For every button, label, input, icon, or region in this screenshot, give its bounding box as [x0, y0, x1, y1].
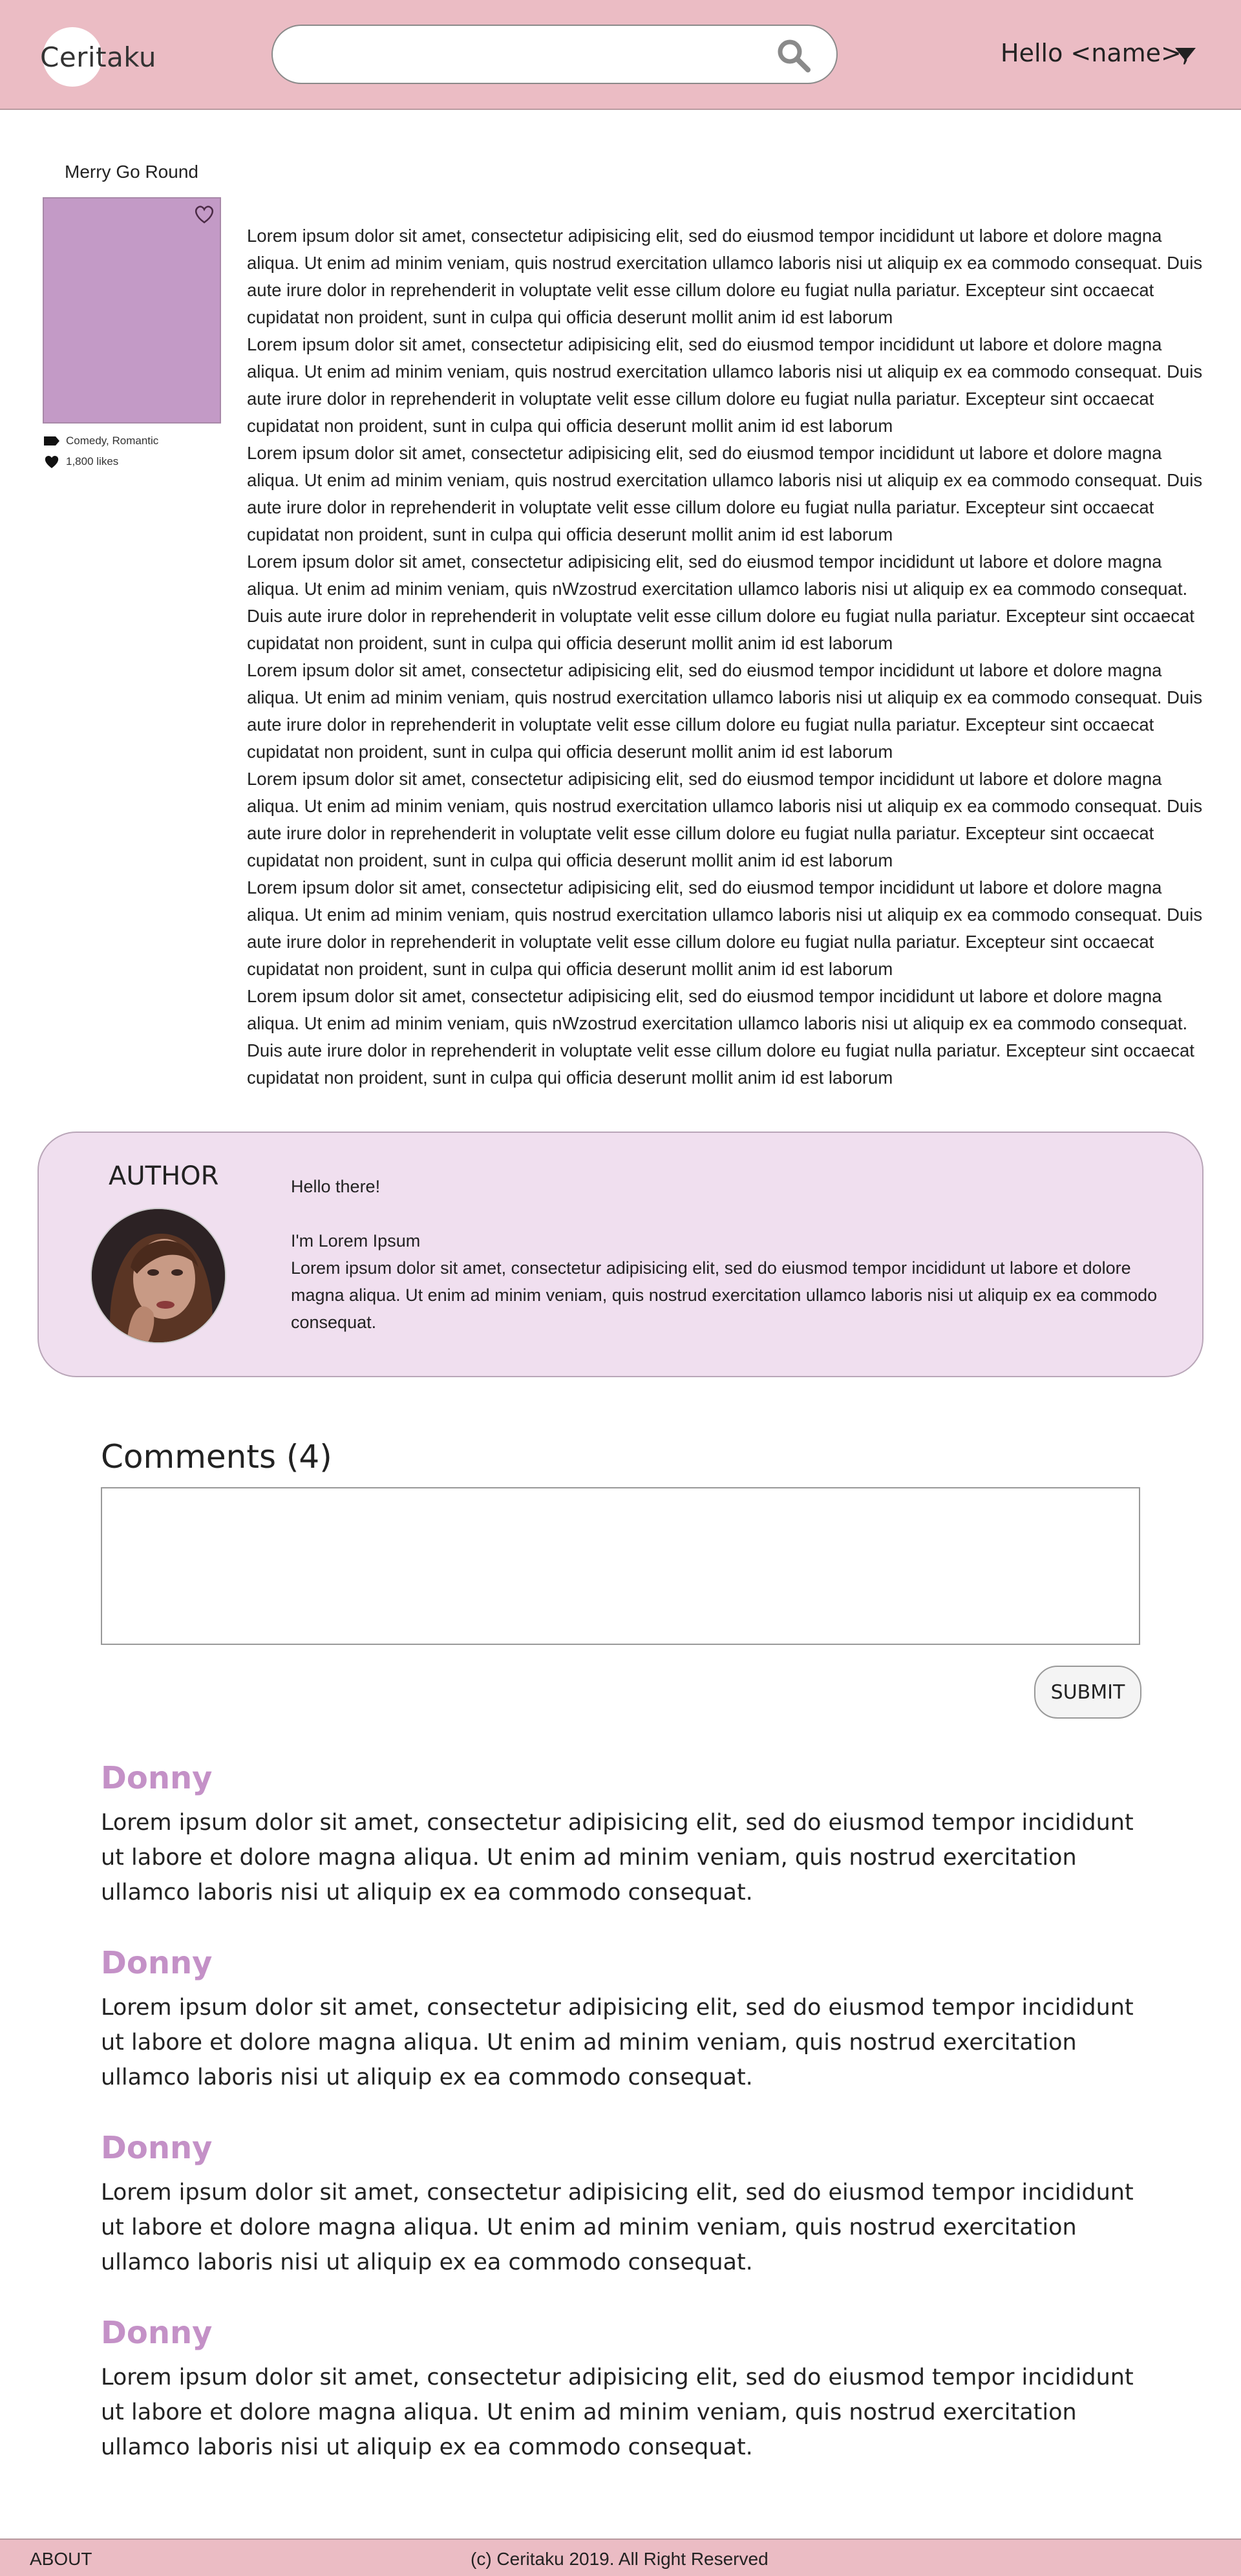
site-footer: ABOUT (c) Ceritaku 2019. All Right Reser… — [0, 2538, 1241, 2576]
story-paragraph: Lorem ipsum dolor sit amet, consectetur … — [247, 334, 1203, 436]
book-cover — [43, 197, 221, 424]
author-avatar[interactable] — [90, 1208, 226, 1344]
book-likes: 1,800 likes — [66, 455, 119, 467]
caret-down-icon[interactable] — [1175, 48, 1196, 61]
comment-author[interactable]: Donny — [101, 2130, 1135, 2166]
comment-text: Lorem ipsum dolor sit amet, consectetur … — [101, 2365, 1134, 2460]
comment-author[interactable]: Donny — [101, 1760, 1135, 1796]
search-icon[interactable] — [776, 38, 812, 74]
story-paragraph: Lorem ipsum dolor sit amet, consectetur … — [247, 877, 1203, 979]
author-greeting: Hello there! — [291, 1177, 381, 1196]
site-header: Ceritaku Hello <name>, — [0, 0, 1241, 110]
book-title: Merry Go Round — [65, 162, 198, 182]
logo-text: Ceritaku — [40, 41, 156, 73]
comment-text: Lorem ipsum dolor sit amet, consectetur … — [101, 1810, 1134, 1905]
tag-icon — [44, 436, 59, 445]
search-bar[interactable] — [271, 25, 838, 84]
comment-item: Donny Lorem ipsum dolor sit amet, consec… — [101, 1760, 1135, 1910]
story-paragraph: Lorem ipsum dolor sit amet, consectetur … — [247, 443, 1203, 544]
logo[interactable]: Ceritaku — [40, 27, 156, 87]
author-intro: Hello there! I'm Lorem Ipsum Lorem ipsum… — [291, 1173, 1163, 1336]
author-name-line: I'm Lorem Ipsum — [291, 1231, 421, 1250]
comment-item: Donny Lorem ipsum dolor sit amet, consec… — [101, 2315, 1135, 2465]
story-paragraph: Lorem ipsum dolor sit amet, consectetur … — [247, 552, 1194, 653]
copyright-text: (c) Ceritaku 2019. All Right Reserved — [471, 2549, 769, 2569]
heart-icon — [45, 455, 59, 468]
comment-item: Donny Lorem ipsum dolor sit amet, consec… — [101, 1945, 1135, 2095]
genre-row: Comedy, Romantic — [43, 435, 158, 447]
comment-input[interactable] — [101, 1487, 1140, 1645]
author-card: AUTHOR Hello there! I'm Lorem Ipsum Lore… — [37, 1132, 1204, 1377]
story-paragraph: Lorem ipsum dolor sit amet, consectetur … — [247, 769, 1203, 870]
author-photo — [92, 1209, 225, 1342]
heart-outline-icon[interactable] — [193, 202, 216, 226]
comment-item: Donny Lorem ipsum dolor sit amet, consec… — [101, 2130, 1135, 2280]
book-genres: Comedy, Romantic — [66, 435, 159, 447]
about-link[interactable]: ABOUT — [30, 2549, 92, 2570]
comment-text: Lorem ipsum dolor sit amet, consectetur … — [101, 1995, 1134, 2090]
user-greeting[interactable]: Hello <name>, — [1001, 39, 1189, 67]
story-paragraph: Lorem ipsum dolor sit amet, consectetur … — [247, 226, 1203, 327]
comment-author[interactable]: Donny — [101, 1945, 1135, 1981]
author-heading: AUTHOR — [109, 1161, 219, 1191]
submit-button[interactable]: SUBMIT — [1034, 1666, 1141, 1719]
comments-title: Comments (4) — [101, 1438, 332, 1476]
author-bio: Lorem ipsum dolor sit amet, consectetur … — [291, 1258, 1158, 1332]
story-text: Lorem ipsum dolor sit amet, consectetur … — [247, 195, 1216, 1091]
story-paragraph: Lorem ipsum dolor sit amet, consectetur … — [247, 986, 1194, 1088]
comment-text: Lorem ipsum dolor sit amet, consectetur … — [101, 2180, 1134, 2275]
comment-author[interactable]: Donny — [101, 2315, 1135, 2351]
story-paragraph: Lorem ipsum dolor sit amet, consectetur … — [247, 660, 1203, 762]
likes-row: 1,800 likes — [43, 454, 118, 469]
search-input[interactable] — [292, 35, 783, 74]
